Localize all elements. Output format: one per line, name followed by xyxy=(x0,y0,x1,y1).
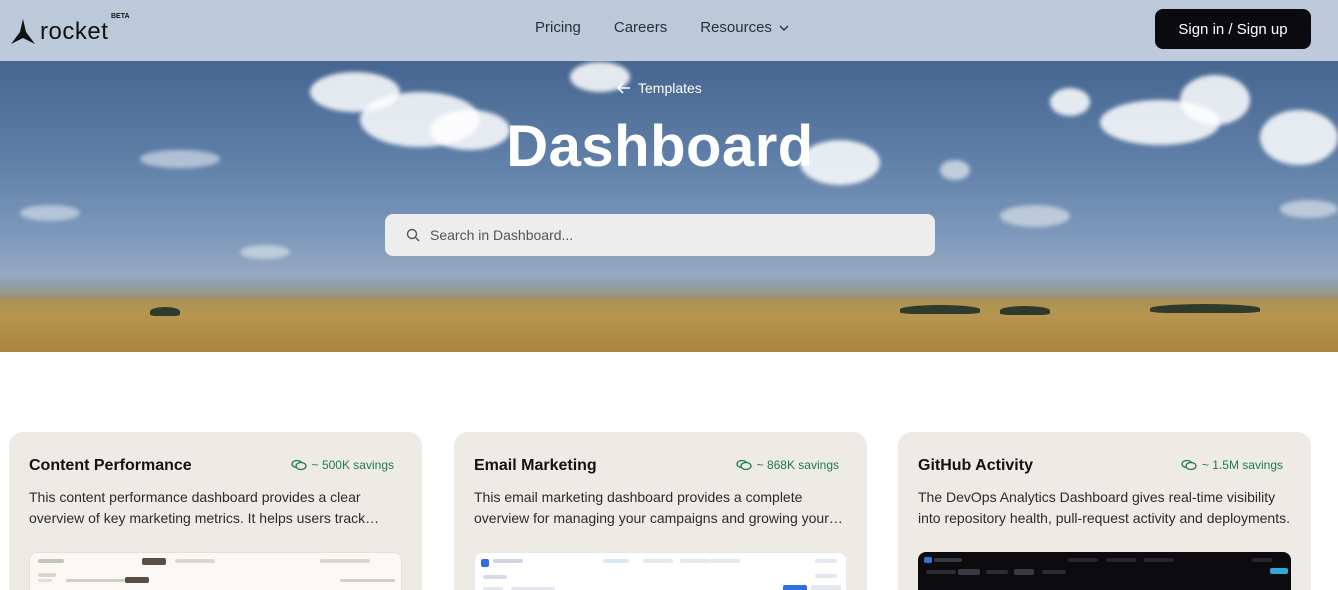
horizon-line xyxy=(0,286,1338,294)
tree-line xyxy=(900,305,980,314)
search-bar[interactable] xyxy=(385,214,935,256)
tree-line xyxy=(1150,304,1260,313)
card-title: Content Performance xyxy=(29,457,192,474)
template-preview-image xyxy=(474,552,847,590)
cloud xyxy=(1280,200,1338,218)
savings-text: ~ 868K savings xyxy=(756,458,839,472)
template-card-github-activity[interactable]: GitHub Activity ~ 1.5M savings The DevOp… xyxy=(898,432,1311,590)
card-title: Email Marketing xyxy=(474,457,597,474)
chevron-down-icon xyxy=(779,25,789,31)
cloud xyxy=(20,205,80,221)
search-icon xyxy=(406,228,420,242)
cloud xyxy=(1000,205,1070,227)
nav-links: Pricing Careers Resources xyxy=(535,19,822,36)
savings-coins-icon xyxy=(735,459,752,471)
nav-careers-link[interactable]: Careers xyxy=(614,19,667,36)
rocket-logo-icon xyxy=(11,19,35,44)
field-band xyxy=(0,300,1338,314)
savings-coins-icon xyxy=(290,459,307,471)
tree-line xyxy=(1000,306,1050,315)
brand-name: rocket xyxy=(40,18,109,45)
card-description: This email marketing dashboard provides … xyxy=(474,489,829,526)
nav-resources-label: Resources xyxy=(700,19,772,36)
template-preview-image xyxy=(918,552,1291,590)
search-input[interactable] xyxy=(430,227,910,243)
cloud xyxy=(1050,88,1090,116)
card-description: This content performance dashboard provi… xyxy=(29,489,366,526)
cloud xyxy=(240,245,290,259)
savings-text: ~ 1.5M savings xyxy=(1201,458,1283,472)
arrow-left-icon xyxy=(616,82,630,94)
brand-logo[interactable]: rocket BETA xyxy=(10,13,130,45)
savings-text: ~ 500K savings xyxy=(311,458,394,472)
beta-badge: BETA xyxy=(111,13,130,20)
card-description: The DevOps Analytics Dashboard gives rea… xyxy=(918,489,1290,526)
savings-badge: ~ 500K savings xyxy=(290,458,394,472)
template-card-email-marketing[interactable]: Email Marketing ~ 868K savings This emai… xyxy=(454,432,867,590)
tree-line xyxy=(150,307,180,316)
savings-badge: ~ 868K savings xyxy=(735,458,839,472)
template-preview-image xyxy=(29,552,402,590)
nav-resources-dropdown[interactable]: Resources xyxy=(700,19,789,36)
savings-badge: ~ 1.5M savings xyxy=(1181,458,1283,472)
savings-coins-icon xyxy=(1181,459,1197,471)
nav-pricing-link[interactable]: Pricing xyxy=(535,19,581,36)
back-to-templates-link[interactable]: Templates xyxy=(616,80,702,96)
signin-button[interactable]: Sign in / Sign up xyxy=(1155,9,1311,49)
page-title: Dashboard xyxy=(506,114,814,179)
template-card-content-performance[interactable]: Content Performance ~ 500K savings This … xyxy=(9,432,422,590)
back-link-label: Templates xyxy=(638,80,702,96)
card-title: GitHub Activity xyxy=(918,457,1033,474)
top-navbar: rocket BETA Pricing Careers Resources Si… xyxy=(0,0,1338,61)
